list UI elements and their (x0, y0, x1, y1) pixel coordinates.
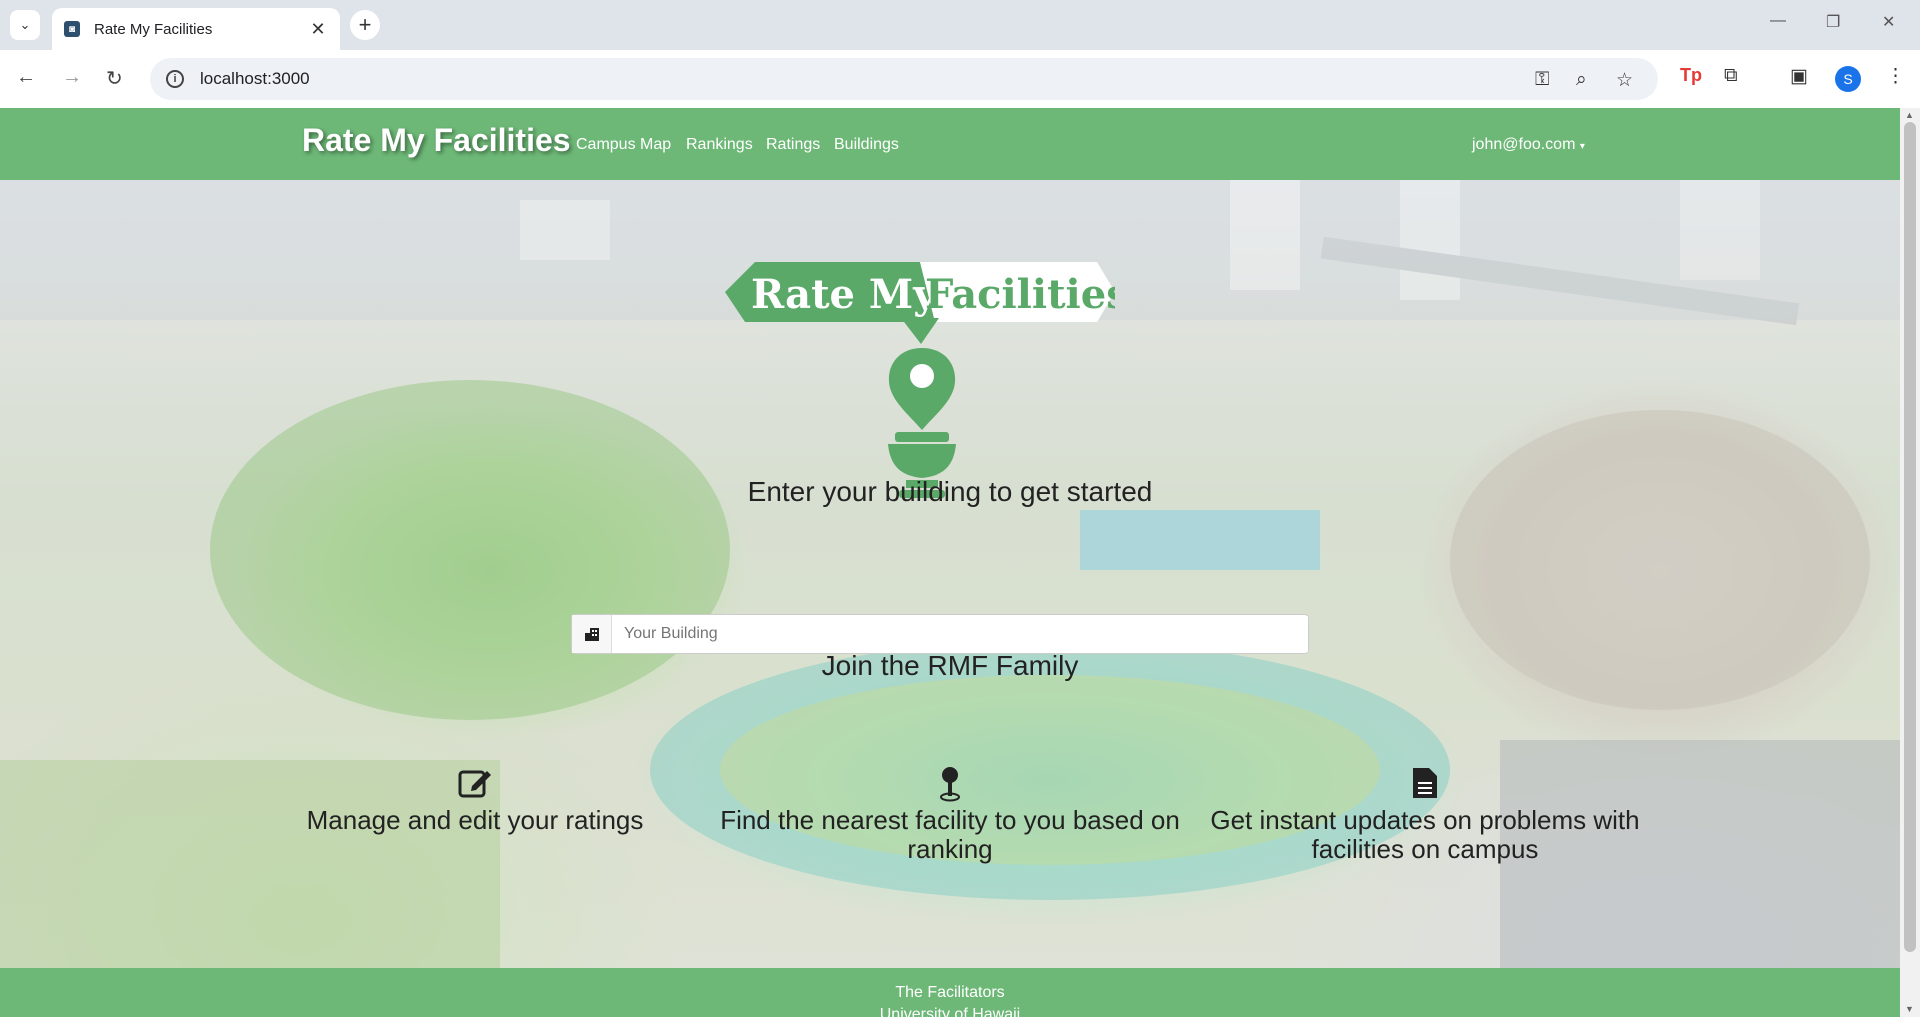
tab-search-chevron-icon[interactable]: ⌄ (10, 10, 40, 40)
nav-ratings[interactable]: Ratings (766, 136, 820, 154)
get-started-heading: Enter your building to get started (747, 476, 1153, 507)
building-search-input[interactable] (612, 616, 1308, 652)
hero-section: Rate My Facilities Enter your building t… (0, 180, 1900, 968)
nav-campus-map[interactable]: Campus Map (576, 136, 671, 154)
address-bar[interactable]: i localhost:3000 ⚿ ⌕ ☆ (150, 58, 1658, 100)
user-dropdown[interactable]: john@foo.com ▾ (1472, 136, 1585, 154)
rmf-logo: Rate My Facilities (725, 262, 1115, 498)
scroll-down-icon[interactable]: ▼ (1905, 1004, 1914, 1014)
close-tab-icon[interactable]: ✕ (308, 19, 328, 40)
zoom-icon[interactable]: ⌕ (1576, 69, 1587, 91)
url-text: localhost:3000 (200, 69, 310, 88)
minimize-icon[interactable]: — (1770, 12, 1786, 30)
nav-rankings[interactable]: Rankings (686, 136, 753, 154)
close-window-icon[interactable]: ✕ (1882, 12, 1895, 32)
back-icon[interactable]: ← (16, 66, 36, 89)
extensions-puzzle-icon[interactable]: ⧉ (1724, 65, 1738, 87)
feature-nearest-facility: Find the nearest facility to you based o… (720, 766, 1180, 864)
browser-tab[interactable]: ◙ Rate My Facilities ✕ (52, 8, 340, 50)
scroll-up-icon[interactable]: ▲ (1905, 110, 1914, 120)
feature-instant-updates: Get instant updates on problems with fac… (1195, 766, 1655, 864)
caret-down-icon: ▾ (1579, 141, 1585, 152)
building-icon (572, 615, 612, 653)
site-info-icon[interactable]: i (166, 70, 184, 88)
document-icon (1195, 766, 1655, 802)
feature-text: Find the nearest facility to you based o… (720, 805, 1180, 865)
side-panel-icon[interactable]: ▣ (1790, 65, 1808, 88)
site-footer: The Facilitators University of Hawaii (0, 968, 1900, 1017)
building-search[interactable] (571, 614, 1309, 654)
nav-buildings[interactable]: Buildings (834, 136, 899, 154)
scrollbar-thumb[interactable] (1904, 122, 1916, 952)
profile-avatar[interactable]: S (1835, 66, 1861, 92)
feature-text: Manage and edit your ratings (306, 805, 644, 835)
forward-icon[interactable]: → (62, 66, 82, 89)
feature-text: Get instant updates on problems with fac… (1210, 805, 1640, 865)
logo-text-right: Facilities (925, 271, 1115, 318)
browser-toolbar: ← → ↻ i localhost:3000 ⚿ ⌕ ☆ Tp ⧉ ▣ S ⋮ (0, 50, 1920, 108)
browser-tab-bar: ⌄ ◙ Rate My Facilities ✕ + — ❐ ✕ (0, 0, 1920, 50)
favicon-icon: ◙ (64, 21, 80, 37)
reload-icon[interactable]: ↻ (106, 66, 123, 91)
site-navbar: Rate My Facilities Campus Map Rankings R… (0, 108, 1900, 180)
user-email: john@foo.com (1472, 136, 1576, 153)
footer-university: University of Hawaii (879, 1006, 1021, 1017)
footer-team-name: The Facilitators (895, 984, 1005, 1001)
map-pin-icon (720, 766, 1180, 802)
feature-manage-ratings: Manage and edit your ratings (245, 766, 705, 835)
logo-text-left: Rate My (751, 271, 938, 318)
bookmark-star-icon[interactable]: ☆ (1616, 69, 1633, 92)
page-viewport: Rate My Facilities Campus Map Rankings R… (0, 108, 1900, 1017)
tab-title: Rate My Facilities (94, 20, 213, 38)
extension-tp-icon[interactable]: Tp (1680, 65, 1702, 86)
password-key-icon[interactable]: ⚿ (1535, 69, 1549, 91)
browser-menu-icon[interactable]: ⋮ (1886, 65, 1905, 88)
new-tab-button[interactable]: + (350, 10, 380, 40)
page-scrollbar[interactable]: ▲ ▼ (1900, 108, 1920, 1017)
restore-icon[interactable]: ❐ (1826, 12, 1840, 32)
edit-icon (245, 766, 705, 802)
logo-pointer-shape (901, 318, 939, 344)
join-family-heading: Join the RMF Family (821, 650, 1079, 681)
navbar-brand[interactable]: Rate My Facilities (302, 122, 571, 159)
